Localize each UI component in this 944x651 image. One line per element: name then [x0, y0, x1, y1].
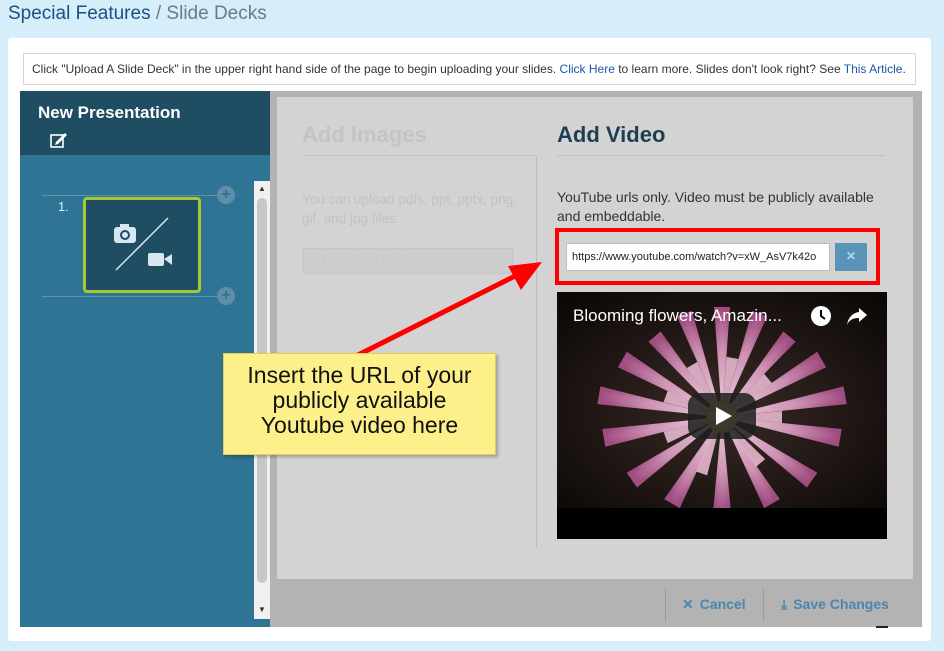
video-player[interactable]: Blooming flowers, Amazin... [557, 292, 887, 539]
footer-divider-right [763, 588, 764, 622]
upload-button-label: Upload file from Computer [336, 253, 488, 268]
upload-arrow-icon: ⬆ [318, 253, 329, 268]
cancel-button[interactable]: ✕ Cancel [682, 596, 746, 613]
notice-text-before: Click "Upload A Slide Deck" in the upper… [32, 62, 560, 76]
add-slide-below-icon[interactable]: + [217, 287, 235, 305]
save-label: Save Changes [793, 596, 889, 612]
breadcrumb-special-features[interactable]: Special Features [8, 3, 151, 24]
youtube-url-input[interactable] [566, 243, 830, 271]
play-button[interactable] [688, 393, 756, 439]
add-video-title: Add Video [557, 122, 666, 147]
slide-separator-top [42, 195, 232, 196]
upload-file-button[interactable]: ⬆ Upload file from Computer [303, 248, 513, 274]
sidebar-header: New Presentation [20, 91, 270, 155]
callout-line-1: Insert the URL of your [247, 362, 472, 388]
this-article-link[interactable]: This Article [844, 62, 903, 76]
cancel-label: Cancel [699, 596, 746, 612]
add-images-underline [302, 155, 536, 156]
slide-number: 1. [58, 199, 69, 214]
callout-line-2: publicly available [272, 387, 447, 413]
column-divider [536, 156, 537, 548]
instruction-callout: Insert the URL of your publicly availabl… [223, 353, 496, 455]
corner-mark [876, 626, 888, 628]
info-notice: Click "Upload A Slide Deck" in the upper… [23, 53, 916, 85]
save-changes-button[interactable]: ⤓ Save Changes [781, 596, 889, 613]
notice-text-middle: to learn more. Slides don't look right? … [614, 62, 844, 76]
breadcrumb-separator: / [155, 3, 162, 24]
notice-text-after: . [902, 62, 906, 76]
clear-url-button[interactable]: × [835, 243, 867, 271]
slide-separator-bottom [42, 296, 232, 297]
add-video-underline [557, 155, 885, 156]
share-arrow-icon[interactable] [845, 305, 869, 327]
upload-description: You can upload pdfs, ppt, pptx, png, gif… [302, 192, 517, 226]
video-description: YouTube urls only. Video must be publicl… [557, 189, 874, 224]
close-x-icon: ✕ [682, 596, 694, 612]
presentation-title: New Presentation [38, 103, 181, 122]
click-here-link[interactable]: Click Here [560, 62, 615, 76]
scroll-down-icon[interactable]: ▼ [256, 604, 268, 616]
add-slide-above-icon[interactable]: + [217, 186, 235, 204]
video-bottom-bar [557, 508, 887, 539]
video-title[interactable]: Blooming flowers, Amazin... [573, 306, 782, 326]
breadcrumb: Special Features / Slide Decks [8, 3, 267, 25]
slide-thumbnail[interactable] [83, 197, 201, 293]
camera-video-icon [114, 217, 172, 271]
scroll-up-icon[interactable]: ▲ [256, 183, 268, 195]
breadcrumb-slide-decks: Slide Decks [166, 3, 267, 24]
watch-later-clock-icon[interactable] [810, 305, 832, 327]
footer-divider-left [665, 588, 666, 622]
save-icon: ⤓ [781, 596, 788, 612]
callout-line-3: Youtube video here [260, 412, 459, 438]
add-images-title: Add Images [302, 122, 427, 147]
edit-icon[interactable] [50, 132, 68, 148]
